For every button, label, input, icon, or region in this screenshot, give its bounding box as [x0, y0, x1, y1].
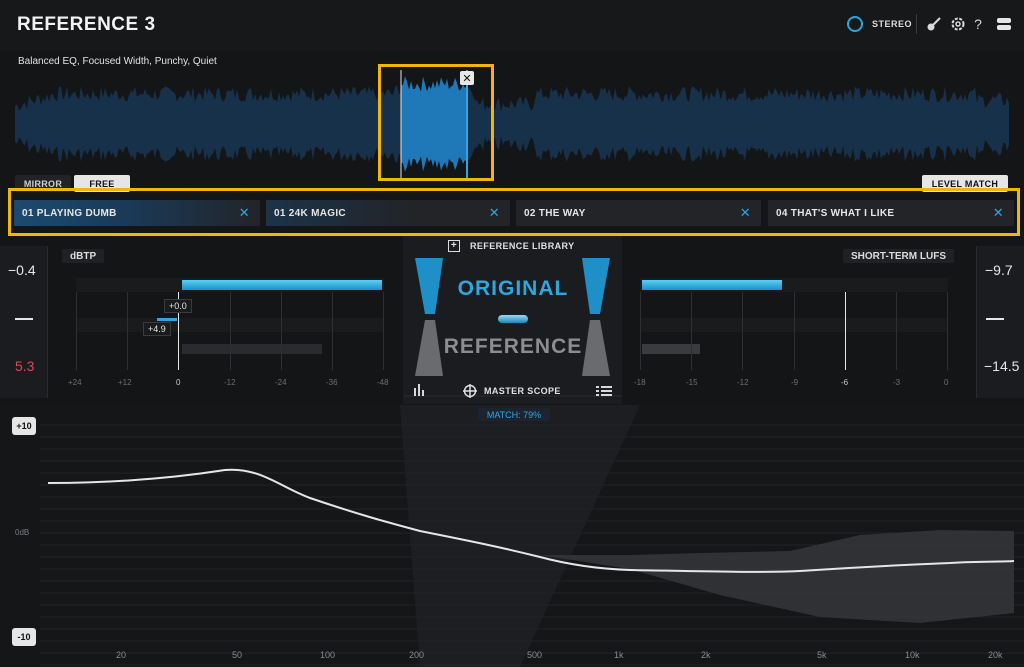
lufs-tick: -6: [841, 378, 849, 387]
settings-gear-icon[interactable]: [948, 14, 968, 34]
dbtp-tick: +24: [68, 378, 82, 387]
master-scope-label: MASTER SCOPE: [484, 386, 561, 396]
lufs-tick: -3: [893, 378, 901, 387]
original-lufs-bar: [642, 280, 782, 290]
short-term-lufs-meter: [640, 278, 948, 376]
menu-toggle-icon[interactable]: [994, 14, 1014, 34]
freq-label: 1k: [614, 650, 624, 660]
lufs-tick: -18: [634, 378, 646, 387]
eq-range-top-button[interactable]: +10: [12, 417, 36, 435]
peak-difference-readout: 5.3: [15, 358, 35, 374]
reference-library-label: REFERENCE LIBRARY: [470, 241, 575, 251]
track-tags: Balanced EQ, Focused Width, Punchy, Quie…: [18, 56, 217, 67]
freq-label: 50: [232, 650, 243, 660]
header-divider: [916, 14, 917, 34]
tracks-row-highlight: [8, 188, 1020, 236]
waveform-overview[interactable]: [15, 70, 1010, 178]
stereo-toggle-icon[interactable]: [847, 16, 863, 32]
freq-label: 5k: [817, 650, 827, 660]
dbtp-label: dBTP: [62, 249, 105, 263]
freq-label: 200: [409, 650, 425, 660]
freq-label: 2k: [701, 650, 711, 660]
eq-difference-graph[interactable]: [0, 405, 1024, 667]
dbtp-tick: 0: [176, 378, 181, 387]
left-divider: [15, 318, 33, 320]
original-reference-toggle[interactable]: [498, 315, 528, 323]
freq-label: 100: [320, 650, 336, 660]
waveform-selection-highlight[interactable]: [378, 64, 494, 181]
lufs-tick: -12: [737, 378, 749, 387]
list-icon[interactable]: [596, 385, 612, 397]
eq-range-bottom-button[interactable]: -10: [12, 628, 36, 646]
help-icon[interactable]: ?: [968, 14, 988, 34]
master-scope-icon: [463, 384, 477, 398]
reference-button[interactable]: REFERENCE: [415, 335, 611, 359]
reference-library-button[interactable]: + REFERENCE LIBRARY: [448, 240, 574, 252]
original-button[interactable]: ORIGINAL: [415, 277, 611, 301]
match-percentage: MATCH: 79%: [478, 408, 550, 421]
lufs-tick: -15: [686, 378, 698, 387]
reference-lufs-readout: −14.5: [984, 358, 1020, 374]
freq-label: 500: [527, 650, 543, 660]
bar-chart-icon[interactable]: [413, 384, 427, 396]
dbtp-tick: -12: [224, 378, 236, 387]
reference-peak-bar: [182, 344, 322, 354]
lufs-tick: 0: [944, 378, 949, 387]
selection-close-icon[interactable]: ✕: [460, 71, 474, 85]
original-peak-bar: [182, 280, 382, 290]
eq-zero-label: 0dB: [15, 528, 30, 537]
original-peak-readout: −0.4: [8, 262, 36, 278]
short-term-lufs-label: SHORT-TERM LUFS: [843, 249, 954, 263]
reference-peak-badge: +4.9: [143, 322, 171, 336]
right-divider: [986, 318, 1004, 320]
reference-peak-marker: [157, 318, 177, 321]
freq-label: 20k: [988, 650, 1003, 660]
guitar-icon[interactable]: [924, 14, 944, 34]
dbtp-tick: -24: [275, 378, 287, 387]
master-scope-button[interactable]: MASTER SCOPE: [463, 384, 561, 398]
stereo-toggle-label[interactable]: STEREO: [872, 19, 912, 29]
app-title: REFERENCE 3: [17, 14, 156, 35]
add-icon: +: [448, 240, 460, 252]
freq-label: 20: [116, 650, 127, 660]
dbtp-tick: -36: [326, 378, 338, 387]
original-lufs-readout: −9.7: [985, 262, 1013, 278]
dbtp-tick: +12: [118, 378, 132, 387]
original-peak-badge: +0.0: [164, 299, 192, 313]
lufs-tick: -9: [791, 378, 799, 387]
dbtp-tick: -48: [377, 378, 389, 387]
freq-label: 10k: [905, 650, 920, 660]
dbtp-meter: [76, 278, 384, 376]
